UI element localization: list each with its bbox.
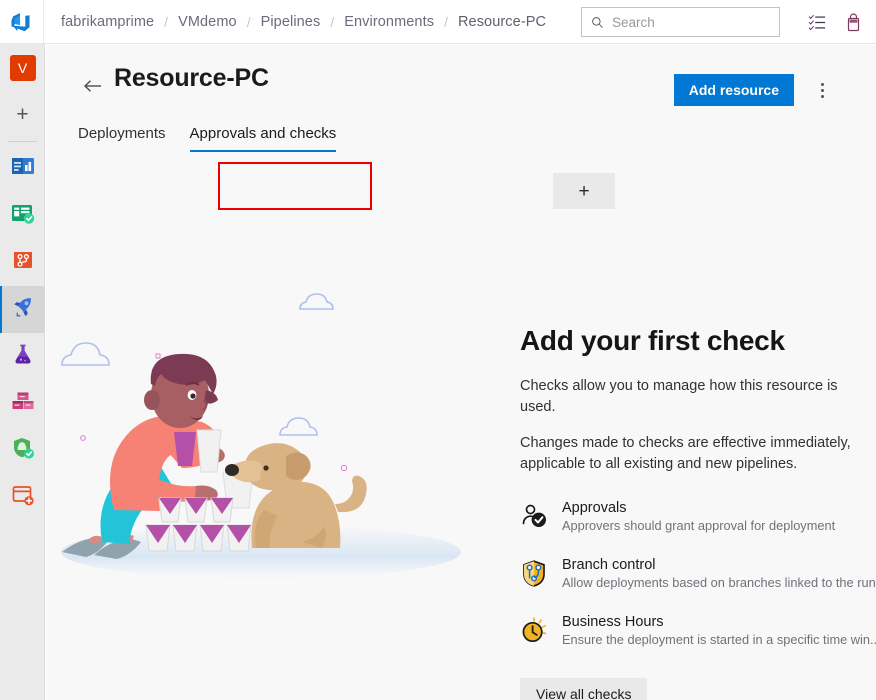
check-item-text: Business Hours Ensure the deployment is … — [562, 614, 876, 649]
app-root: fabrikamprime / VMdemo / Pipelines / Env… — [0, 0, 876, 700]
tab-deployments[interactable]: Deployments — [78, 121, 166, 152]
tab-highlight-annotation — [218, 162, 372, 210]
page-title: Resource-PC — [114, 64, 269, 92]
view-all-checks-button[interactable]: View all checks — [520, 678, 648, 700]
rail-divider — [7, 141, 37, 142]
check-description: Allow deployments based on branches link… — [562, 574, 876, 590]
check-item-text: Approvals Approvers should grant approva… — [562, 500, 835, 535]
content-pane: Resource-PC Add resource Deployments App… — [46, 45, 876, 700]
new-item-plus-button[interactable]: + — [0, 91, 45, 138]
test-plans-flask-icon — [10, 341, 36, 372]
organization-avatar[interactable]: V — [0, 44, 45, 91]
search-icon — [591, 16, 604, 29]
list-item-business-hours[interactable]: Business Hours Ensure the deployment is … — [520, 614, 876, 649]
breadcrumb-item-project[interactable]: VMdemo — [171, 0, 244, 44]
business-hours-clock-icon — [520, 616, 548, 644]
person-stacking-cups-with-dog-illustration — [56, 280, 496, 610]
marketplace-bag-icon[interactable] — [842, 11, 864, 33]
breadcrumb: fabrikamprime / VMdemo / Pipelines / Env… — [54, 0, 553, 44]
check-name: Business Hours — [562, 613, 664, 630]
empty-state-paragraph-2: Changes made to checks are effective imm… — [520, 435, 851, 472]
page-header: Resource-PC Add resource — [46, 45, 876, 111]
sidebar-item-add-extension[interactable] — [0, 474, 45, 521]
check-name: Approvals — [562, 500, 627, 517]
back-arrow-icon[interactable] — [82, 75, 104, 97]
sidebar-item-pipelines[interactable] — [0, 286, 45, 333]
sidebar-item-security[interactable] — [0, 427, 45, 474]
breadcrumb-item-environments[interactable]: Environments — [337, 0, 441, 44]
top-navigation-bar: fabrikamprime / VMdemo / Pipelines / Env… — [0, 0, 876, 44]
tab-approvals-and-checks[interactable]: Approvals and checks — [189, 121, 336, 152]
check-description: Ensure the deployment is started in a sp… — [562, 631, 876, 647]
checklist-icon[interactable] — [806, 11, 828, 33]
approvals-person-check-icon — [520, 502, 548, 530]
security-shield-icon — [10, 435, 36, 466]
breadcrumb-item-org[interactable]: fabrikamprime — [54, 0, 161, 44]
check-name: Branch control — [562, 556, 656, 573]
azure-devops-logo[interactable] — [0, 0, 44, 44]
artifacts-boxes-icon — [10, 388, 36, 419]
left-navigation-rail: V + — [0, 44, 45, 700]
add-resource-button[interactable]: Add resource — [673, 74, 794, 106]
tab-list: Deployments Approvals and checks — [78, 121, 360, 152]
breadcrumb-separator: / — [444, 13, 448, 30]
add-extension-icon — [10, 482, 36, 513]
empty-state-heading: Add your first check — [520, 325, 785, 356]
sidebar-item-artifacts[interactable] — [0, 380, 45, 427]
plus-icon: + — [16, 103, 29, 126]
check-item-text: Branch control Allow deployments based o… — [562, 557, 876, 592]
check-type-list: Approvals Approvers should grant approva… — [520, 500, 876, 649]
breadcrumb-item-pipelines[interactable]: Pipelines — [254, 0, 328, 44]
sidebar-item-boards[interactable] — [0, 192, 45, 239]
list-item-approvals[interactable]: Approvals Approvers should grant approva… — [520, 500, 872, 535]
list-item-branch-control[interactable]: Branch control Allow deployments based o… — [520, 557, 876, 592]
pipelines-rocket-icon — [10, 294, 36, 325]
breadcrumb-separator: / — [246, 13, 251, 30]
topbar-actions — [806, 0, 864, 44]
avatar: V — [9, 54, 36, 81]
empty-state-panel: Add your first check Checks allow you to… — [520, 325, 876, 700]
breadcrumb-separator: / — [330, 13, 335, 30]
kebab-dot — [820, 82, 824, 86]
sidebar-item-overview[interactable] — [0, 145, 45, 192]
breadcrumb-separator: / — [164, 13, 169, 30]
repos-icon — [10, 247, 36, 278]
overview-icon — [10, 153, 36, 184]
sidebar-item-repos[interactable] — [0, 239, 45, 286]
kebab-menu-icon[interactable] — [808, 75, 836, 105]
check-description: Approvers should grant approval for depl… — [562, 518, 836, 534]
boards-icon — [10, 200, 36, 231]
kebab-dot — [820, 88, 824, 92]
breadcrumb-item-resource[interactable]: Resource-PC — [451, 0, 553, 44]
empty-state-paragraph-1: Checks allow you to manage how this reso… — [520, 378, 838, 415]
kebab-dot — [820, 94, 824, 98]
plus-icon: + — [578, 180, 590, 202]
add-check-button[interactable]: + — [553, 173, 615, 209]
branch-control-shield-icon — [520, 559, 548, 587]
search-input[interactable] — [612, 14, 762, 30]
sidebar-item-test-plans[interactable] — [0, 333, 45, 380]
search-box[interactable] — [581, 7, 780, 37]
